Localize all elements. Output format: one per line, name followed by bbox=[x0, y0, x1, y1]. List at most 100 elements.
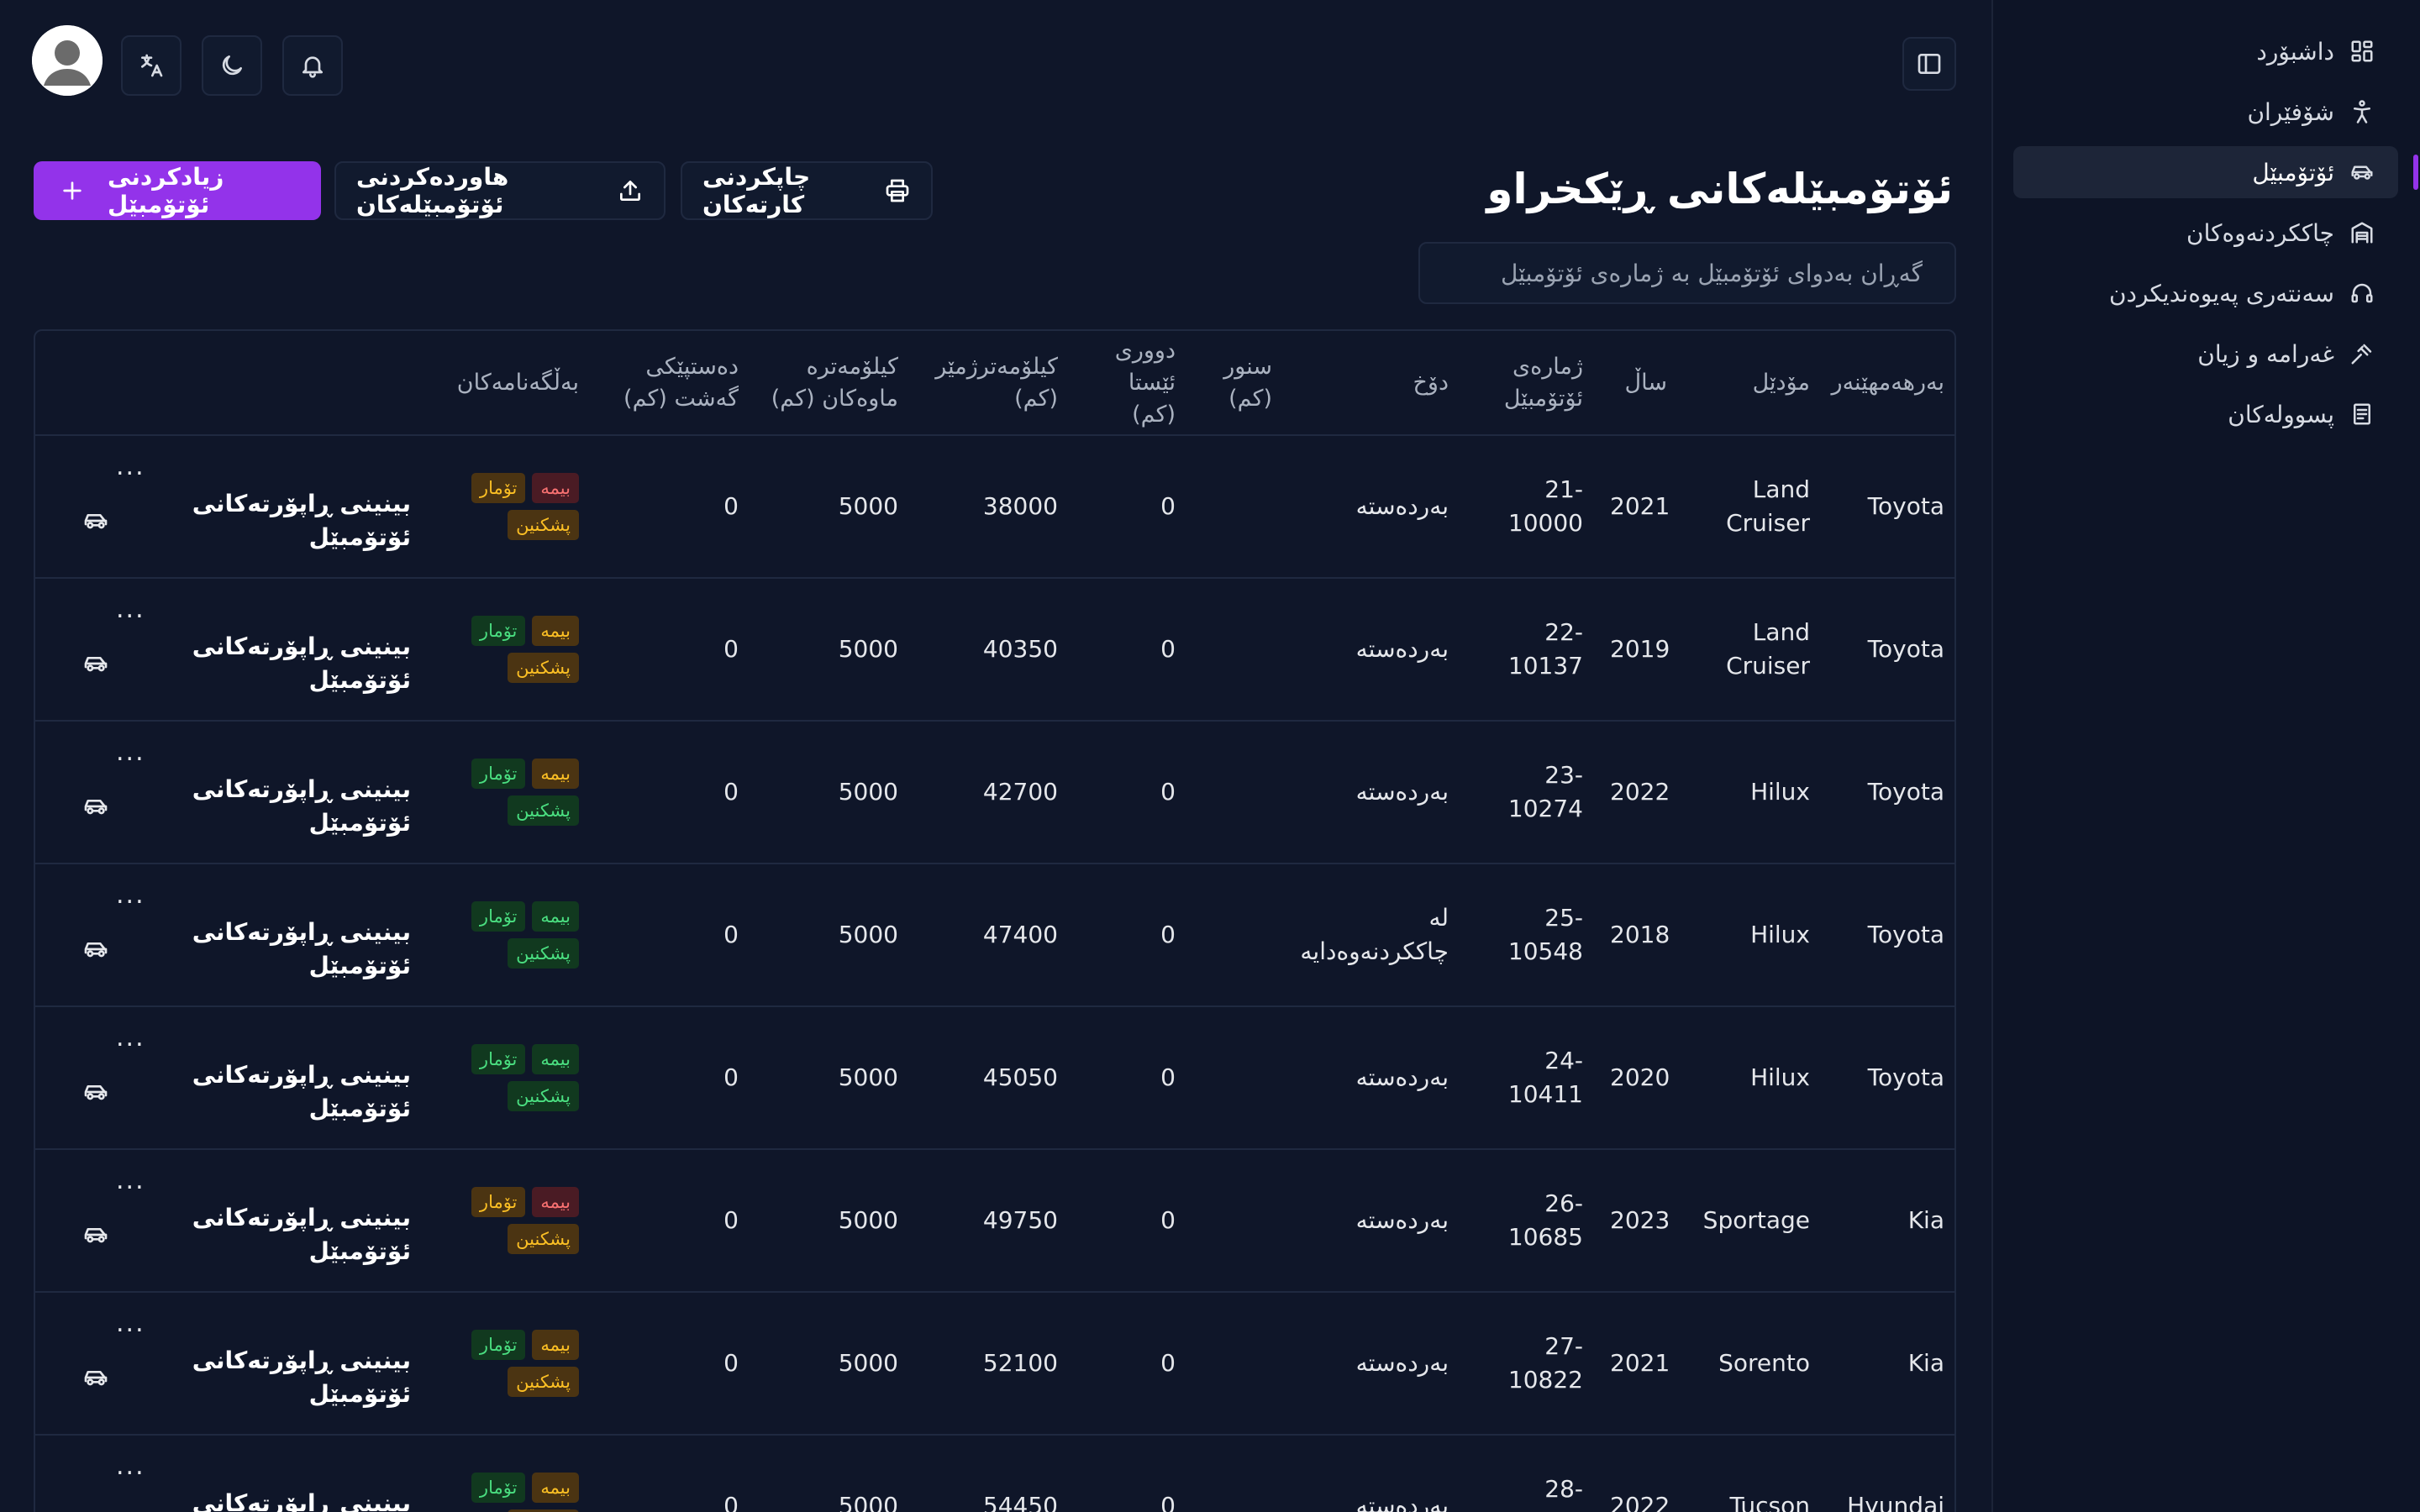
insurance-badge: بیمە bbox=[532, 759, 579, 789]
inspection-badge: پشکنین bbox=[508, 1367, 579, 1397]
car-icon bbox=[82, 793, 109, 820]
sidebar-item-contact-center[interactable]: سەنتەری پەیوەندیکردن bbox=[2013, 267, 2398, 319]
cell-current: 0 bbox=[1071, 1292, 1189, 1436]
sidebar-item-repairs[interactable]: چاککردنەوەکان bbox=[2013, 207, 2398, 259]
more-options-icon[interactable]: ... bbox=[116, 740, 145, 765]
car-icon bbox=[82, 1507, 109, 1512]
cell-plate: 23-10274 bbox=[1462, 721, 1597, 864]
cell-current: 0 bbox=[1071, 578, 1189, 722]
car-icon bbox=[82, 1079, 109, 1105]
car-icon bbox=[82, 1364, 109, 1391]
more-options-icon[interactable]: ... bbox=[116, 883, 145, 908]
bell-icon bbox=[299, 52, 326, 79]
cell-documents: بیمەتۆمار پشکنین bbox=[424, 864, 592, 1007]
sidebar-item-label: غەرامە و زیان bbox=[2197, 339, 2334, 368]
avatar[interactable] bbox=[32, 25, 103, 96]
more-options-icon[interactable]: ... bbox=[116, 1454, 145, 1479]
column-header-trip[interactable]: دەستپێکی گەشت (کم) bbox=[592, 331, 752, 436]
cell-status: بەردەستە bbox=[1286, 721, 1462, 864]
cell-current: 0 bbox=[1071, 1149, 1189, 1293]
cell-documents: بیمەتۆمار پشکنین bbox=[424, 1149, 592, 1293]
cell-limit bbox=[1189, 435, 1286, 579]
cell-year: 2023 bbox=[1597, 1149, 1681, 1293]
sidebar-item-drivers[interactable]: شۆفێران bbox=[2013, 86, 2398, 138]
cell-actions: ... بینینی ڕاپۆرتەکانی ئۆتۆمبێل bbox=[35, 864, 424, 1007]
column-header-odometer[interactable]: کیلۆمەترژمێر (کم) bbox=[912, 331, 1071, 436]
cell-status: لە چاککردنەوەدایە bbox=[1286, 864, 1462, 1007]
column-header-status[interactable]: دۆخ bbox=[1286, 331, 1462, 436]
page-title: ئۆتۆمبێلەکانی ڕێکخراو bbox=[1486, 165, 1953, 213]
insurance-badge: بیمە bbox=[532, 1187, 579, 1217]
cell-remaining: 5000 bbox=[752, 578, 912, 722]
cell-odometer: 42700 bbox=[912, 721, 1071, 864]
column-header-current[interactable]: دووری ئێستا (کم) bbox=[1071, 331, 1189, 436]
sidebar-item-receipts[interactable]: پسوولەکان bbox=[2013, 388, 2398, 440]
cell-model: Hilux bbox=[1681, 1006, 1823, 1150]
column-header-year[interactable]: ساڵ bbox=[1597, 331, 1681, 436]
notifications-button[interactable] bbox=[282, 35, 343, 96]
dashboard-icon bbox=[2349, 39, 2375, 64]
view-vehicle-reports-link[interactable]: بینینی ڕاپۆرتەکانی ئۆتۆمبێل bbox=[82, 1058, 411, 1126]
column-header-documents[interactable]: بەڵگەنامەکان bbox=[424, 331, 592, 436]
theme-toggle-button[interactable] bbox=[202, 35, 262, 96]
cell-status: بەردەستە bbox=[1286, 578, 1462, 722]
search-input[interactable] bbox=[1418, 242, 1956, 304]
headset-icon bbox=[2349, 281, 2375, 306]
more-options-icon[interactable]: ... bbox=[116, 1168, 145, 1194]
cell-status: بەردەستە bbox=[1286, 1006, 1462, 1150]
cell-documents: بیمەتۆمار پشکنین bbox=[424, 435, 592, 579]
cell-year: 2019 bbox=[1597, 578, 1681, 722]
print-cards-button[interactable]: چاپکردنی کارتەکان bbox=[681, 161, 933, 220]
column-header-model[interactable]: مۆدێل bbox=[1681, 331, 1823, 436]
cell-year: 2022 bbox=[1597, 721, 1681, 864]
import-vehicles-button[interactable]: هاوردەکردنی ئۆتۆمبێلەکان bbox=[334, 161, 666, 220]
more-options-icon[interactable]: ... bbox=[116, 1026, 145, 1051]
cell-remaining: 5000 bbox=[752, 1006, 912, 1150]
table-row: Kia Sorento 2021 27-10822 بەردەستە 0 52100 5000… bbox=[35, 1292, 1954, 1436]
cell-current: 0 bbox=[1071, 1435, 1189, 1512]
cell-remaining: 5000 bbox=[752, 1435, 912, 1512]
cell-plate: 21-10000 bbox=[1462, 435, 1597, 579]
cell-make: Kia bbox=[1823, 1292, 1954, 1436]
cell-documents: بیمەتۆمار پشکنین bbox=[424, 1292, 592, 1436]
cell-plate: 26-10685 bbox=[1462, 1149, 1597, 1293]
insurance-badge: بیمە bbox=[532, 473, 579, 503]
column-header-make[interactable]: بەرهەمهێنەر bbox=[1823, 331, 1954, 436]
insurance-badge: بیمە bbox=[532, 901, 579, 932]
car-icon bbox=[2349, 160, 2375, 185]
sidebar-item-fines[interactable]: غەرامە و زیان bbox=[2013, 328, 2398, 380]
view-reports-label: بینینی ڕاپۆرتەکانی ئۆتۆمبێل bbox=[192, 633, 411, 694]
view-vehicle-reports-link[interactable]: بینینی ڕاپۆرتەکانی ئۆتۆمبێل bbox=[82, 1201, 411, 1268]
view-vehicle-reports-link[interactable]: بینینی ڕاپۆرتەکانی ئۆتۆمبێل bbox=[82, 1344, 411, 1411]
more-options-icon[interactable]: ... bbox=[116, 454, 145, 480]
column-header-plate[interactable]: ژمارەی ئۆتۆمبێل bbox=[1462, 331, 1597, 436]
cell-odometer: 47400 bbox=[912, 864, 1071, 1007]
registration-badge: تۆمار bbox=[471, 759, 526, 789]
column-header-limit[interactable]: سنور (کم) bbox=[1189, 331, 1286, 436]
cell-odometer: 52100 bbox=[912, 1292, 1071, 1436]
inspection-badge: پشکنین bbox=[508, 653, 579, 683]
view-vehicle-reports-link[interactable]: بینینی ڕاپۆرتەکانی ئۆتۆمبێل bbox=[82, 773, 411, 840]
cell-current: 0 bbox=[1071, 864, 1189, 1007]
add-vehicle-button[interactable]: زیادکردنی ئۆتۆمبێل bbox=[34, 161, 321, 220]
view-vehicle-reports-link[interactable]: بینینی ڕاپۆرتەکانی ئۆتۆمبێل bbox=[82, 916, 411, 983]
more-options-icon[interactable]: ... bbox=[116, 1311, 145, 1336]
sidebar-item-dashboard[interactable]: داشبۆرد bbox=[2013, 25, 2398, 77]
more-options-icon[interactable]: ... bbox=[116, 597, 145, 622]
translate-button[interactable] bbox=[121, 35, 182, 96]
column-header-remaining[interactable]: کیلۆمەترە ماوەکان (کم) bbox=[752, 331, 912, 436]
sidebar-item-vehicles[interactable]: ئۆتۆمبێل bbox=[2013, 146, 2418, 198]
view-vehicle-reports-link[interactable]: بینینی ڕاپۆرتەکانی ئۆتۆمبێل bbox=[82, 1487, 411, 1512]
cell-trip: 0 bbox=[592, 1006, 752, 1150]
registration-badge: تۆمار bbox=[471, 1187, 526, 1217]
view-vehicle-reports-link[interactable]: بینینی ڕاپۆرتەکانی ئۆتۆمبێل bbox=[82, 487, 411, 554]
cell-make: Toyota bbox=[1823, 721, 1954, 864]
table-row: Toyota Hilux 2022 23-10274 بەردەستە 0 42700 500… bbox=[35, 721, 1954, 864]
cell-actions: ... بینینی ڕاپۆرتەکانی ئۆتۆمبێل bbox=[35, 721, 424, 864]
cell-make: Toyota bbox=[1823, 864, 1954, 1007]
view-vehicle-reports-link[interactable]: بینینی ڕاپۆرتەکانی ئۆتۆمبێل bbox=[82, 630, 411, 697]
cell-year: 2020 bbox=[1597, 1006, 1681, 1150]
cell-trip: 0 bbox=[592, 1149, 752, 1293]
cell-make: Toyota bbox=[1823, 578, 1954, 722]
sidebar-toggle-button[interactable] bbox=[1902, 37, 1956, 91]
